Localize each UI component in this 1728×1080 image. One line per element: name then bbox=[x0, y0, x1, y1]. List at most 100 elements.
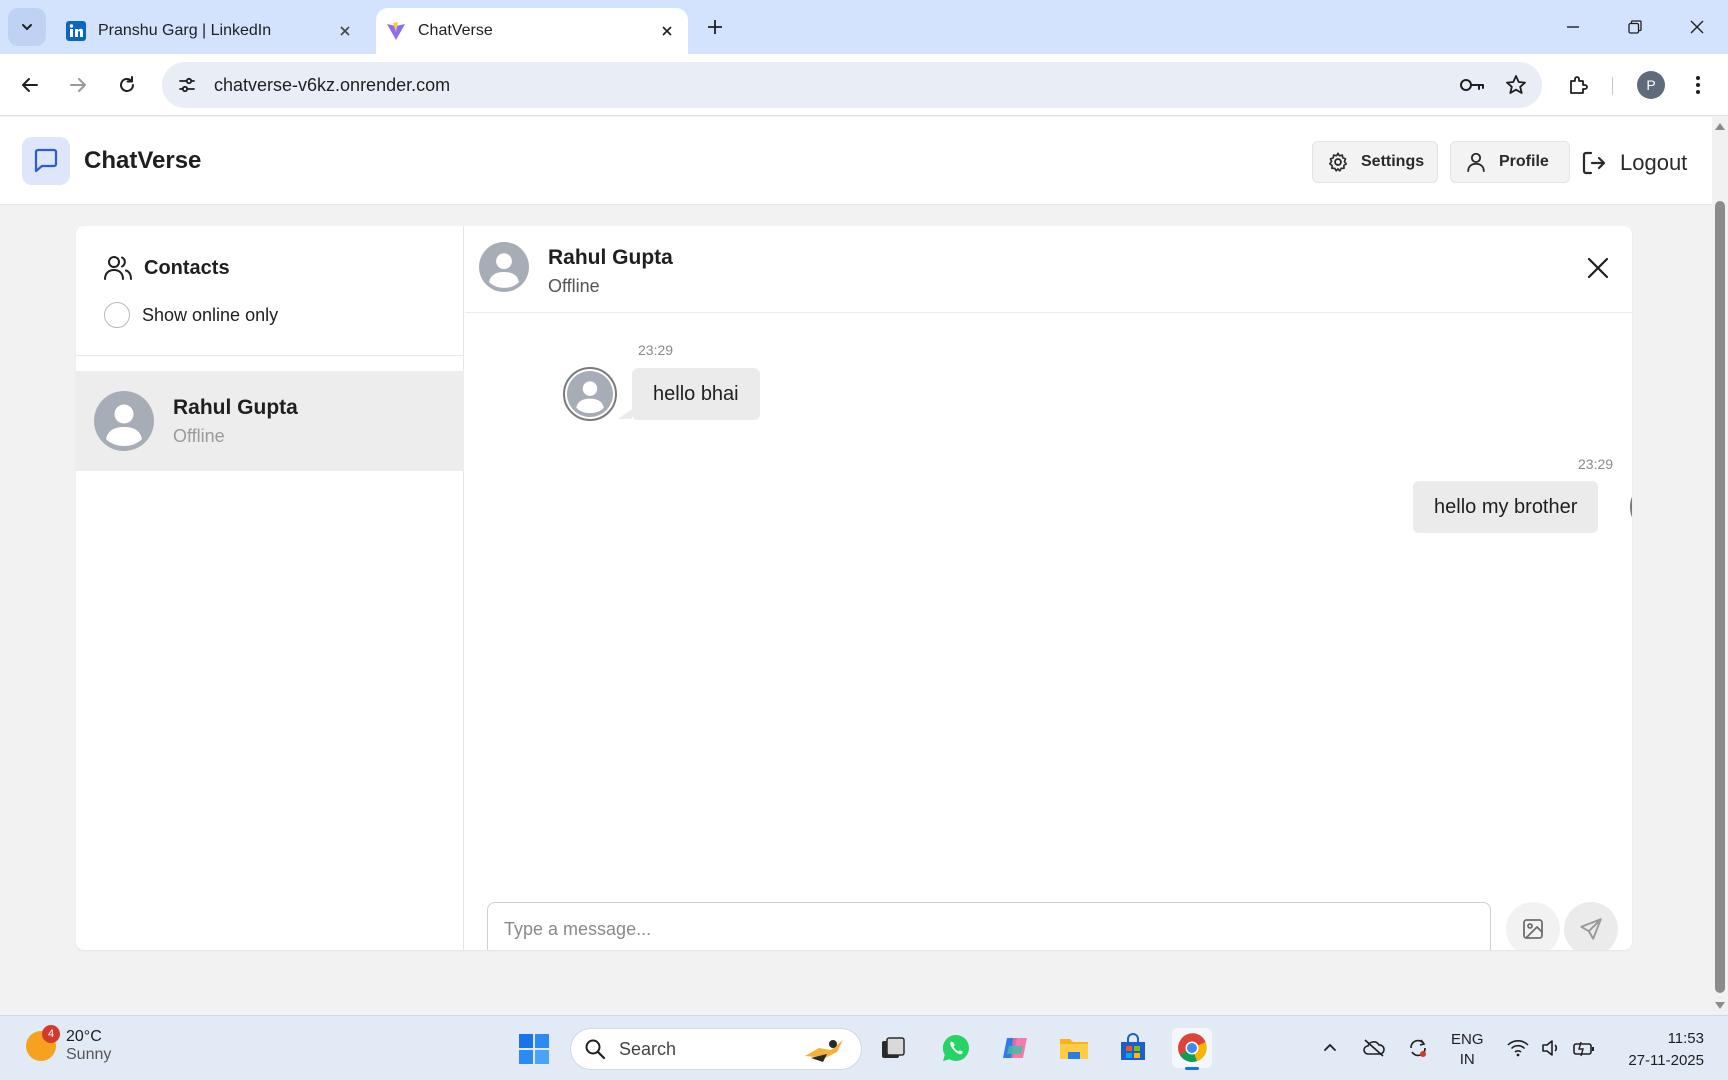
contact-name: Rahul Gupta bbox=[173, 396, 298, 419]
message-composer bbox=[465, 810, 1632, 950]
restore-icon bbox=[1628, 20, 1642, 34]
whatsapp-icon[interactable] bbox=[936, 1028, 976, 1068]
chat-header: Rahul Gupta Offline bbox=[465, 226, 1632, 313]
tab-search-button[interactable] bbox=[8, 8, 46, 46]
page-scrollbar[interactable] bbox=[1712, 117, 1728, 1015]
profile-button[interactable]: Profile bbox=[1450, 141, 1570, 183]
arrow-right-icon bbox=[70, 78, 86, 92]
site-info-icon[interactable] bbox=[170, 68, 204, 102]
plus-icon bbox=[708, 20, 722, 34]
weather-desc: Sunny bbox=[66, 1046, 112, 1063]
file-explorer-icon[interactable] bbox=[1054, 1028, 1094, 1068]
reload-icon bbox=[120, 76, 134, 92]
image-icon bbox=[1523, 919, 1543, 939]
new-tab-button[interactable] bbox=[700, 12, 730, 42]
taskbar-search[interactable]: Search bbox=[570, 1028, 862, 1070]
tab-linkedin[interactable]: Pranshu Garg | LinkedIn bbox=[56, 8, 366, 54]
logout-icon bbox=[1580, 149, 1608, 177]
bubble-tail bbox=[1570, 522, 1584, 532]
bubble-tail bbox=[618, 409, 632, 419]
chat-logo-icon bbox=[22, 137, 70, 185]
chat-contact-status: Offline bbox=[548, 276, 600, 296]
contacts-title: Contacts bbox=[102, 252, 230, 284]
contacts-title-label: Contacts bbox=[144, 256, 230, 279]
online-only-label: Show online only bbox=[142, 304, 279, 325]
chevron-down-icon bbox=[22, 24, 32, 31]
attach-image-button[interactable] bbox=[1506, 902, 1560, 950]
send-button[interactable] bbox=[1564, 902, 1618, 950]
battery-icon[interactable] bbox=[1572, 1036, 1596, 1060]
sun-icon: 4 bbox=[26, 1025, 60, 1061]
scroll-down-arrow-icon[interactable] bbox=[1715, 1002, 1725, 1009]
close-chat-button[interactable] bbox=[1582, 252, 1614, 284]
back-button[interactable] bbox=[14, 69, 46, 101]
volume-icon[interactable] bbox=[1540, 1036, 1564, 1060]
chrome-icon[interactable] bbox=[1172, 1028, 1212, 1070]
active-app-indicator bbox=[1185, 1067, 1199, 1070]
microsoft-store-icon[interactable] bbox=[1113, 1028, 1153, 1068]
contacts-header: Contacts Show online only bbox=[76, 226, 464, 356]
minimize-button[interactable] bbox=[1550, 8, 1596, 46]
logout-button[interactable]: Logout bbox=[1580, 143, 1687, 183]
windows-taskbar: 4 20°C Sunny Search ENG IN 11:53 27-11-2… bbox=[0, 1015, 1728, 1080]
language-indicator[interactable]: ENG IN bbox=[1451, 1030, 1484, 1070]
send-icon bbox=[1580, 918, 1602, 940]
address-bar[interactable]: chatverse-v6kz.onrender.com bbox=[162, 62, 1542, 108]
chat-container: Contacts Show online only Rahul Gupta Of… bbox=[76, 226, 1632, 950]
avatar bbox=[1630, 480, 1632, 534]
close-icon bbox=[1587, 257, 1609, 279]
tab-title: ChatVerse bbox=[418, 22, 493, 39]
bookmark-star-icon[interactable] bbox=[1498, 67, 1534, 103]
minimize-icon bbox=[1567, 26, 1579, 28]
user-icon bbox=[1465, 151, 1487, 173]
scrollbar-thumb[interactable] bbox=[1715, 201, 1725, 993]
close-tab-icon[interactable] bbox=[654, 18, 680, 44]
avatar bbox=[479, 242, 529, 292]
avatar bbox=[94, 391, 154, 451]
scroll-up-arrow-icon[interactable] bbox=[1715, 123, 1725, 130]
tab-title: Pranshu Garg | LinkedIn bbox=[98, 22, 272, 39]
contacts-sidebar: Contacts Show online only Rahul Gupta Of… bbox=[76, 226, 464, 950]
wifi-icon[interactable] bbox=[1506, 1036, 1530, 1060]
close-icon bbox=[1690, 20, 1704, 34]
linkedin-icon bbox=[66, 21, 86, 41]
weather-widget[interactable]: 4 20°C Sunny bbox=[26, 1025, 112, 1064]
search-icon bbox=[583, 1037, 607, 1061]
windows-start-icon[interactable] bbox=[517, 1032, 551, 1066]
contact-item[interactable]: Rahul Gupta Offline bbox=[76, 371, 464, 471]
system-clock[interactable]: 11:53 27-11-2025 bbox=[1606, 1028, 1704, 1072]
vite-icon bbox=[386, 21, 406, 41]
password-key-icon[interactable] bbox=[1454, 67, 1490, 103]
copilot-icon[interactable] bbox=[995, 1028, 1035, 1068]
chevron-up-icon[interactable] bbox=[1318, 1036, 1342, 1060]
online-only-toggle[interactable]: Show online only bbox=[104, 302, 278, 328]
app-title: ChatVerse bbox=[84, 147, 202, 174]
region-code: IN bbox=[1459, 1051, 1475, 1068]
onedrive-offline-icon[interactable] bbox=[1362, 1036, 1386, 1060]
message-input[interactable] bbox=[487, 902, 1491, 950]
settings-label: Settings bbox=[1361, 153, 1425, 170]
forward-button[interactable] bbox=[62, 69, 94, 101]
restore-button[interactable] bbox=[1612, 8, 1658, 46]
close-window-button[interactable] bbox=[1674, 8, 1720, 46]
taskview-icon[interactable] bbox=[873, 1028, 913, 1068]
chat-pane: Rahul Gupta Offline 23:29 hello bhai 23:… bbox=[465, 226, 1632, 950]
more-menu-icon[interactable] bbox=[1682, 69, 1714, 101]
arrow-left-icon bbox=[22, 78, 38, 92]
sync-icon[interactable] bbox=[1406, 1036, 1430, 1060]
reload-button[interactable] bbox=[111, 69, 143, 101]
online-only-checkbox[interactable] bbox=[104, 302, 130, 328]
app-header: ChatVerse Settings Profile Logout bbox=[0, 117, 1712, 205]
close-tab-icon[interactable] bbox=[332, 18, 358, 44]
browser-tab-bar: Pranshu Garg | LinkedIn ChatVerse bbox=[0, 0, 1728, 54]
clock-time: 11:53 bbox=[1667, 1030, 1704, 1047]
gear-icon bbox=[1327, 151, 1349, 173]
toolbar-divider bbox=[1612, 77, 1613, 95]
chat-contact-name: Rahul Gupta bbox=[548, 246, 673, 269]
extensions-icon[interactable] bbox=[1562, 69, 1594, 101]
tab-chatverse[interactable]: ChatVerse bbox=[376, 8, 688, 54]
profile-avatar[interactable]: P bbox=[1637, 71, 1665, 99]
message-time: 23:29 bbox=[1578, 456, 1614, 472]
search-highlight-icon bbox=[805, 1040, 843, 1062]
settings-button[interactable]: Settings bbox=[1312, 141, 1438, 183]
